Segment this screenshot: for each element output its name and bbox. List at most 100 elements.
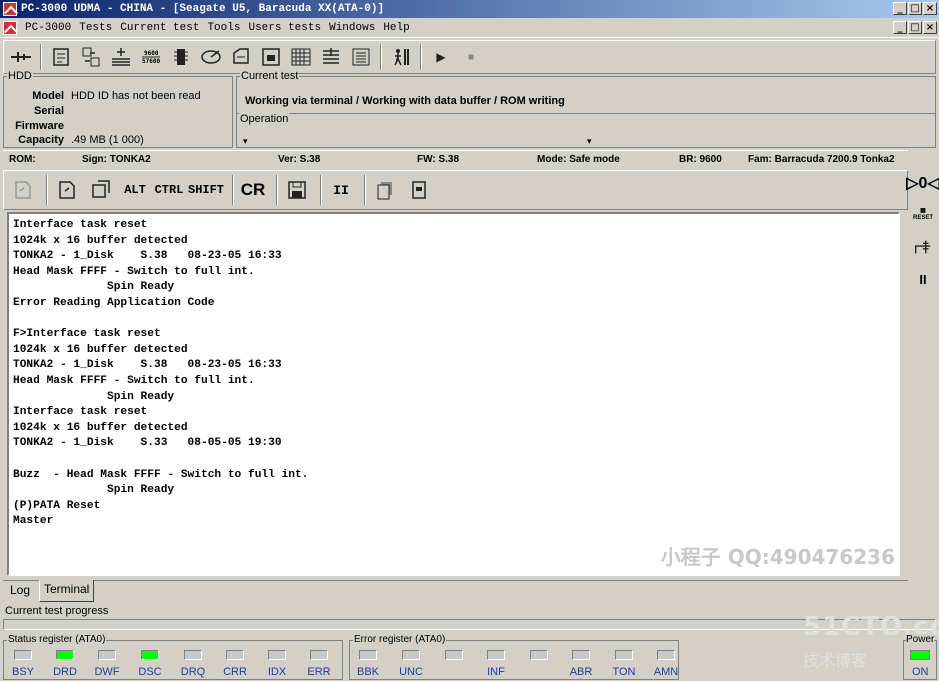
error-register-led — [359, 650, 377, 660]
mdi-minimize-button[interactable]: _ — [893, 21, 907, 34]
terminal-line: 1024k x 16 buffer detected — [13, 234, 188, 247]
hdd-serial-row: Serial — [4, 105, 71, 117]
status-register-led — [310, 650, 328, 660]
save-log-icon[interactable] — [86, 175, 116, 205]
error-register-led-label: AMN — [653, 666, 679, 678]
window-controls: _ □ × — [893, 2, 937, 15]
baud-rate-icon[interactable]: 9600 57600 — [136, 44, 166, 70]
error-register-led — [487, 650, 505, 660]
status-register-led — [141, 650, 159, 660]
plug-icon[interactable] — [910, 234, 936, 260]
grid-icon[interactable] — [286, 44, 316, 70]
menu-tests[interactable]: Tests — [75, 22, 116, 34]
terminal-line: Spin Ready — [13, 390, 175, 403]
error-register-title: Error register (ATA0) — [353, 634, 447, 645]
alt-key-button[interactable]: ALT — [120, 175, 150, 205]
status-register-led — [184, 650, 202, 660]
terminal-line: F>Interface task reset — [13, 328, 161, 341]
menu-tools[interactable]: Tools — [203, 22, 244, 34]
tab-terminal[interactable]: Terminal — [39, 580, 95, 602]
error-register-led — [402, 650, 420, 660]
menu-help[interactable]: Help — [379, 22, 413, 34]
print-icon[interactable] — [404, 175, 434, 205]
hdd-group-title: HDD — [7, 70, 33, 82]
defects-icon[interactable] — [256, 44, 286, 70]
error-register-panel: Error register (ATA0) BBK UNC INF ABR TON AMN — [349, 634, 679, 680]
status-register-led — [14, 650, 32, 660]
close-button[interactable]: × — [923, 2, 937, 15]
error-register-led — [615, 650, 633, 660]
operation-left-arrow-icon[interactable]: ▾ — [243, 136, 248, 147]
pause-button[interactable]: II — [326, 175, 356, 205]
menu-bar: PC-3000 Tests Current test Tools Users t… — [0, 18, 939, 38]
connect-icon[interactable] — [6, 44, 36, 70]
terminal-line: Master — [13, 515, 54, 528]
mdi-close-button[interactable]: × — [923, 21, 937, 34]
transfer-icon[interactable] — [76, 44, 106, 70]
chip-icon[interactable] — [166, 44, 196, 70]
terminal-output[interactable]: Interface task reset 1024k x 16 buffer de… — [7, 212, 900, 576]
play-icon[interactable]: ▶ — [426, 44, 456, 70]
ver-label: Ver: S.38 — [278, 153, 321, 165]
stop-icon[interactable]: ■ — [456, 44, 486, 70]
baud-rate-label: BR: 9600 — [679, 153, 722, 165]
app-icon — [3, 2, 17, 16]
power-title: Power — [906, 634, 935, 645]
test-progress-bar — [3, 619, 936, 630]
menu-users-tests[interactable]: Users tests — [244, 22, 325, 34]
tab-strip: Log Terminal — [3, 580, 908, 602]
family-label: Fam: Barracuda 7200.9 Tonka2 — [748, 153, 895, 165]
terminal-line: Interface task reset — [13, 406, 148, 419]
progress-label: Current test progress — [5, 605, 109, 617]
status-register-led-label: DWF — [94, 666, 120, 678]
sign-label: Sign: TONKA2 — [82, 153, 151, 165]
menu-windows[interactable]: Windows — [325, 22, 379, 34]
copy-icon[interactable] — [370, 175, 400, 205]
error-register-led — [445, 650, 463, 660]
maximize-button[interactable]: □ — [908, 2, 922, 15]
ctrl-key-button[interactable]: CTRL — [154, 175, 184, 205]
sort-icon[interactable] — [316, 44, 346, 70]
menu-pc3000[interactable]: PC-3000 — [21, 22, 75, 34]
status-register-led-label: DRQ — [180, 666, 206, 678]
terminal-line: Interface task reset — [13, 219, 148, 231]
status-register-led-label: CRR — [223, 666, 247, 678]
power-cycle-icon[interactable]: ▷0◁ — [906, 170, 939, 196]
sidebar-pause-button[interactable]: II — [910, 266, 936, 292]
carriage-return-button[interactable]: CR — [238, 175, 268, 205]
operation-dropdown-arrow-icon[interactable]: ▾ — [587, 136, 592, 147]
mdi-restore-button[interactable]: □ — [908, 21, 922, 34]
drive-id-icon[interactable] — [46, 44, 76, 70]
error-register-led — [657, 650, 675, 660]
add-drive-icon[interactable] — [106, 44, 136, 70]
terminal-line: Spin Ready — [13, 484, 175, 497]
model-label: Model — [32, 90, 64, 102]
surface-icon[interactable] — [226, 44, 256, 70]
open-file-icon[interactable] — [52, 175, 82, 205]
head-icon[interactable] — [196, 44, 226, 70]
status-register-led-label: DRD — [53, 666, 77, 678]
terminal-line: TONKA2 - 1_Disk S.33 08-05-05 19:30 — [13, 437, 282, 450]
reset-button[interactable]: ▦ RESET — [910, 202, 936, 228]
status-register-title: Status register (ATA0) — [7, 634, 107, 645]
minimize-button[interactable]: _ — [893, 2, 907, 15]
firmware-label: Firmware — [15, 120, 64, 132]
tab-log[interactable]: Log — [6, 581, 34, 601]
status-register-led — [98, 650, 116, 660]
exit-icon[interactable] — [386, 44, 416, 70]
terminal-line: Buzz - Head Mask FFFF - Switch to full i… — [13, 468, 309, 481]
mdi-window-controls: _ □ × — [893, 21, 937, 34]
terminal-settings-icon[interactable] — [8, 175, 38, 205]
terminal-line: 1024k x 16 buffer detected — [13, 421, 188, 434]
list-icon[interactable] — [346, 44, 376, 70]
save-disk-icon[interactable] — [282, 175, 312, 205]
menu-current-test[interactable]: Current test — [116, 22, 203, 34]
shift-key-button[interactable]: SHIFT — [188, 175, 224, 205]
mdi-app-icon[interactable] — [3, 20, 17, 35]
current-test-text: Working via terminal / Working with data… — [245, 95, 565, 107]
operation-panel: Operation ▾ ▾ — [236, 113, 936, 148]
status-register-led-label: IDX — [267, 666, 287, 678]
hdd-model-row: Model HDD ID has not been read — [4, 90, 200, 102]
terminal-line: TONKA2 - 1_Disk S.38 08-23-05 16:33 — [13, 359, 282, 372]
